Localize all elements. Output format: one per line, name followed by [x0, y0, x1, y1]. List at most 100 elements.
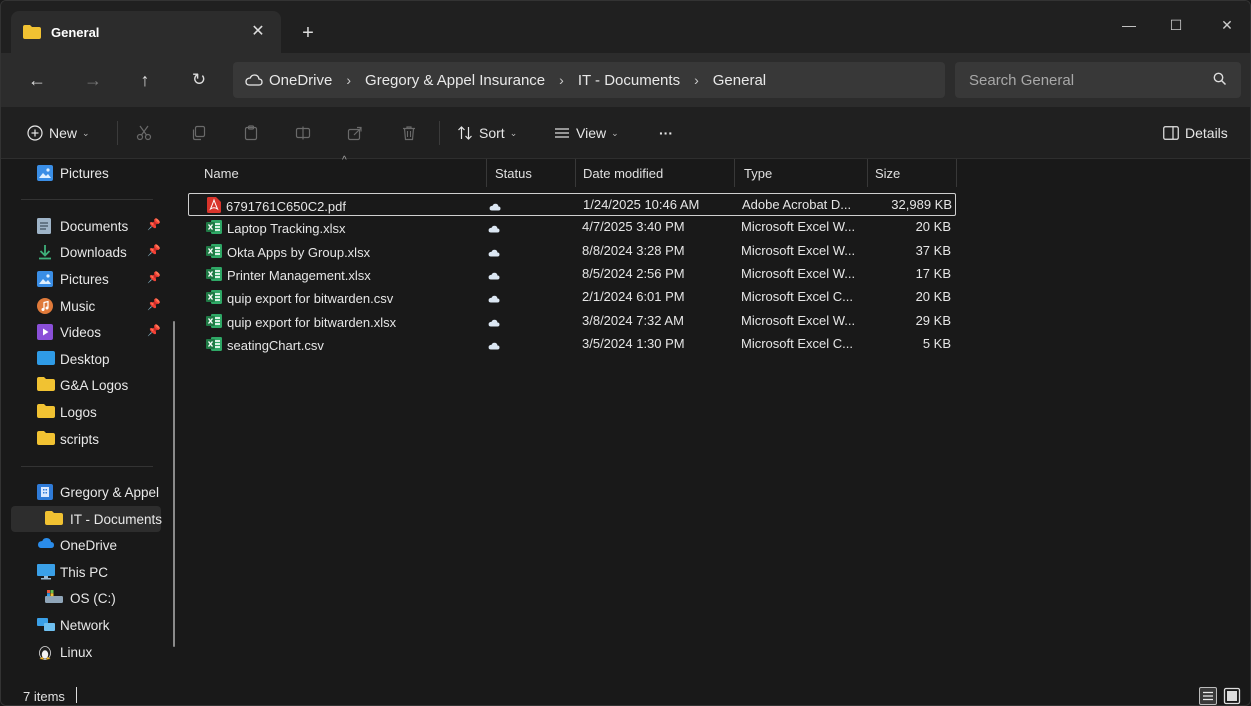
sidebar-item-pictures-top[interactable]: Pictures — [11, 160, 161, 186]
sidebar-item-logos[interactable]: Logos — [11, 399, 161, 425]
share-button[interactable] — [347, 120, 363, 146]
sidebar-item-videos[interactable]: Videos 📌 — [11, 319, 161, 345]
file-name-cell[interactable]: quip export for bitwarden.xlsx — [206, 313, 486, 332]
column-header-status[interactable]: Status — [487, 159, 576, 187]
file-name-cell[interactable]: seatingChart.csv — [206, 336, 486, 355]
sidebar-item-network[interactable]: Network — [11, 612, 161, 638]
date-modified-cell: 8/5/2024 2:56 PM — [582, 265, 685, 281]
copy-button[interactable] — [191, 120, 207, 146]
breadcrumb-separator[interactable]: › — [559, 72, 564, 88]
sidebar-item-gregory-appel[interactable]: Gregory & Appel — [11, 479, 161, 505]
more-options-button[interactable]: ··· — [659, 120, 673, 146]
cloud-status-icon — [488, 291, 500, 306]
sidebar-item-label: Desktop — [60, 351, 110, 367]
pin-icon[interactable]: 📌 — [147, 218, 161, 231]
cut-button[interactable] — [136, 120, 152, 146]
sidebar-item-ga-logos[interactable]: G&A Logos — [11, 372, 161, 398]
file-name-cell[interactable]: 6791761C650C2.pdf — [207, 197, 487, 216]
sidebar-item-desktop[interactable]: Desktop — [11, 346, 161, 372]
sidebar-item-label: Videos — [60, 324, 102, 340]
breadcrumb[interactable]: OneDrive › Gregory & Appel Insurance › I… — [233, 62, 945, 98]
sidebar-item-this-pc[interactable]: This PC — [11, 559, 161, 585]
plus-circle-icon — [27, 125, 43, 141]
search-input[interactable]: Search General — [955, 62, 1241, 98]
folder-icon — [37, 404, 55, 418]
column-header-size[interactable]: Size — [868, 159, 957, 187]
new-button[interactable]: New ⌄ — [27, 120, 90, 146]
item-count: 7 items — [23, 689, 65, 704]
close-window-button[interactable]: ✕ — [1204, 9, 1250, 41]
sidebar-item-downloads[interactable]: Downloads 📌 — [11, 239, 161, 265]
command-bar: New ⌄ Sort ⌄ View ⌄ ··· Details — [1, 107, 1250, 159]
up-button[interactable]: ↑ — [131, 67, 159, 93]
forward-button[interactable]: → — [79, 67, 107, 93]
search-placeholder: Search General — [969, 71, 1075, 89]
file-name-cell[interactable]: Okta Apps by Group.xlsx — [206, 243, 486, 262]
column-header-type[interactable]: Type — [735, 159, 868, 187]
breadcrumb-onedrive[interactable]: OneDrive — [269, 72, 332, 89]
navigation-pane: Pictures Documents 📌 Downloads 📌 Picture… — [1, 159, 183, 685]
minimize-button[interactable]: — — [1106, 9, 1152, 41]
breadcrumb-separator[interactable]: › — [694, 72, 699, 88]
breadcrumb-general[interactable]: General — [713, 72, 766, 89]
sidebar-item-scripts[interactable]: scripts — [11, 426, 161, 452]
sidebar-item-label: Network — [60, 617, 110, 633]
breadcrumb-separator[interactable]: › — [346, 72, 351, 88]
rename-button[interactable] — [295, 120, 311, 146]
file-name-cell[interactable]: Laptop Tracking.xlsx — [206, 219, 486, 238]
paste-button[interactable] — [243, 120, 259, 146]
sidebar-scrollbar[interactable] — [173, 321, 175, 647]
file-row[interactable]: quip export for bitwarden.xlsx 3/8/2024 7… — [188, 310, 956, 333]
sidebar-item-label: Pictures — [60, 271, 109, 287]
date-modified-cell: 4/7/2025 3:40 PM — [582, 219, 685, 235]
size-cell: 20 KB — [915, 289, 951, 305]
large-icons-view-button[interactable] — [1223, 687, 1241, 705]
file-row[interactable]: Printer Management.xlsx 8/5/2024 2:56 PM M… — [188, 263, 956, 286]
new-tab-button[interactable]: + — [298, 23, 318, 43]
sidebar-item-linux[interactable]: Linux — [11, 639, 161, 665]
column-header-name[interactable]: Name ^ — [190, 155, 487, 187]
type-cell: Microsoft Excel W... — [741, 242, 856, 258]
sidebar-item-onedrive[interactable]: OneDrive — [11, 532, 161, 558]
breadcrumb-it-documents[interactable]: IT - Documents — [578, 72, 680, 89]
date-modified-cell: 3/8/2024 7:32 AM — [582, 312, 684, 328]
file-row[interactable]: seatingChart.csv 3/5/2024 1:30 PM Microsof… — [188, 333, 956, 356]
pin-icon[interactable]: 📌 — [147, 271, 161, 284]
tab-general[interactable]: General ✕ — [11, 11, 281, 53]
delete-button[interactable] — [401, 120, 417, 146]
sidebar-item-documents[interactable]: Documents 📌 — [11, 213, 161, 239]
sidebar-item-label: G&A Logos — [60, 377, 129, 393]
back-button[interactable]: ← — [23, 67, 51, 93]
details-pane-button[interactable]: Details — [1163, 120, 1228, 146]
sidebar-item-music[interactable]: Music 📌 — [11, 293, 161, 319]
column-header-date-modified[interactable]: Date modified — [576, 159, 735, 187]
file-row[interactable]: Laptop Tracking.xlsx 4/7/2025 3:40 PM Micr… — [188, 216, 956, 239]
pin-icon[interactable]: 📌 — [147, 324, 161, 337]
sort-button[interactable]: Sort ⌄ — [457, 120, 517, 146]
details-view-button[interactable] — [1199, 687, 1217, 705]
downloads-icon — [39, 245, 51, 260]
file-row[interactable]: 6791761C650C2.pdf 1/24/2025 10:46 AM Adobe… — [188, 193, 956, 216]
sidebar-item-pictures[interactable]: Pictures 📌 — [11, 266, 161, 292]
sidebar-item-it-documents[interactable]: IT - Documents — [11, 506, 162, 532]
sidebar-item-label: OS (C:) — [70, 590, 116, 606]
refresh-button[interactable]: ↻ — [185, 67, 213, 93]
divider — [439, 121, 440, 145]
sidebar-item-os-c[interactable]: OS (C:) — [11, 585, 161, 611]
maximize-button[interactable]: ☐ — [1153, 9, 1199, 41]
file-name-cell[interactable]: Printer Management.xlsx — [206, 266, 486, 285]
breadcrumb-gregory-appel[interactable]: Gregory & Appel Insurance — [365, 72, 545, 89]
address-bar-row: ← → ↑ ↻ OneDrive › Gregory & Appel Insur… — [1, 53, 1250, 107]
column-label: Type — [744, 165, 773, 181]
file-name-cell[interactable]: quip export for bitwarden.csv — [206, 289, 486, 308]
file-row[interactable]: quip export for bitwarden.csv 2/1/2024 6:… — [188, 286, 956, 309]
close-tab-icon[interactable]: ✕ — [249, 23, 267, 41]
sort-label: Sort — [479, 125, 505, 141]
search-icon[interactable] — [1213, 72, 1227, 86]
pin-icon[interactable]: 📌 — [147, 244, 161, 257]
pin-icon[interactable]: 📌 — [147, 298, 161, 311]
view-button[interactable]: View ⌄ — [554, 120, 619, 146]
paste-icon — [244, 125, 258, 141]
file-row[interactable]: Okta Apps by Group.xlsx 8/8/2024 3:28 PM M… — [188, 240, 956, 263]
cloud-status-icon — [489, 199, 501, 214]
